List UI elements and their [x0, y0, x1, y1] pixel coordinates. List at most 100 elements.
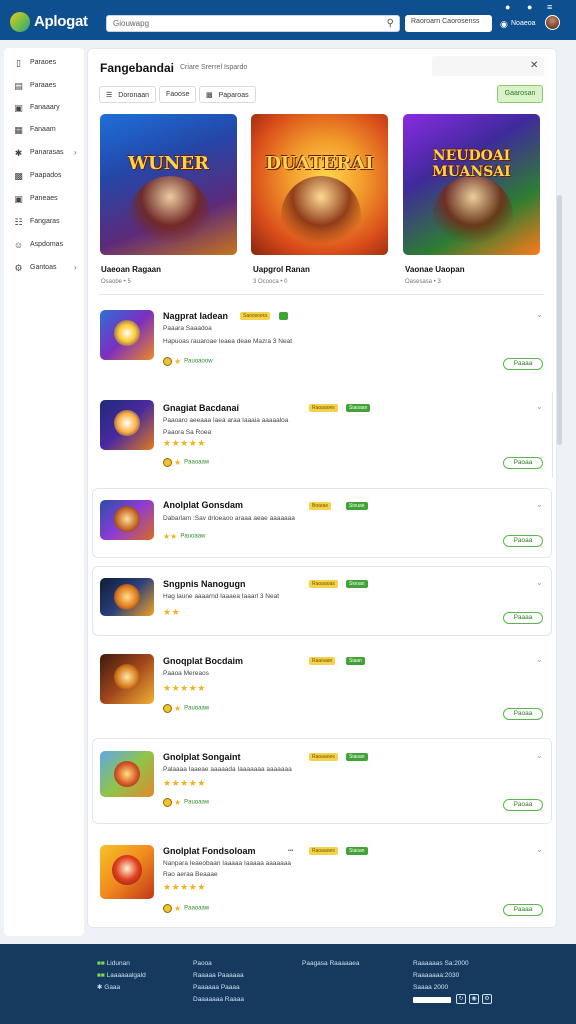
- chevron-icon[interactable]: ⌄: [536, 578, 543, 587]
- footer-link[interactable]: Paooa: [193, 958, 244, 970]
- featured-game-2[interactable]: DUATERAI: [251, 114, 388, 255]
- list-item[interactable]: [92, 738, 552, 824]
- chevron-icon[interactable]: ⌄: [536, 655, 543, 664]
- app-subtitle: Paaara Saaadoa: [163, 325, 212, 332]
- list-item[interactable]: [92, 488, 552, 558]
- sidebar-item-4[interactable]: ▦ Fanaam: [4, 122, 84, 140]
- settings-icon[interactable]: ⚙: [482, 994, 492, 1004]
- app-meta: ★ Pauoaaw: [163, 703, 209, 714]
- filter-input[interactable]: [432, 56, 544, 76]
- sidebar-item-5[interactable]: ✱ Panarasas ›: [4, 145, 84, 163]
- chevron-icon[interactable]: ⌄: [536, 402, 543, 411]
- sidebar-item-3[interactable]: ▣ Fanaaary: [4, 100, 84, 118]
- app-logo-icon[interactable]: [10, 12, 30, 32]
- chevron-icon[interactable]: ⌄: [536, 845, 543, 854]
- app-subtitle: Paaoaro aeeaaa Iaea araa Iaaaia aaaaaloa: [163, 417, 289, 424]
- share-icon[interactable]: ↻: [456, 994, 466, 1004]
- filter-icon: ▩: [206, 92, 213, 99]
- get-button[interactable]: Paaaa: [503, 358, 543, 370]
- status-badge: Raoaaoas: [309, 580, 338, 588]
- list-item[interactable]: [92, 832, 552, 924]
- bell-icon[interactable]: ●: [505, 2, 510, 12]
- camera-icon[interactable]: ◉: [469, 994, 479, 1004]
- featured-name[interactable]: Uaeoan Ragaan: [101, 265, 161, 274]
- phone-icon: ▯: [16, 58, 21, 68]
- scrollbar[interactable]: [557, 195, 562, 445]
- get-button[interactable]: Paoaa: [503, 799, 543, 811]
- calendar-icon: ▣: [14, 103, 23, 113]
- chip-paparoas[interactable]: ▩ Paparoas: [199, 86, 256, 103]
- sidebar-item-label: Fanaam: [30, 126, 56, 133]
- footer-link[interactable]: ■■ Laaaaaalgald: [97, 970, 146, 982]
- help-icon[interactable]: ●: [527, 2, 532, 12]
- get-button[interactable]: Paaaa: [503, 904, 543, 916]
- status-badge: Saoosoera: [240, 312, 271, 320]
- footer-link[interactable]: Daaaaaaa Raaaa: [193, 994, 244, 1006]
- user-icon: ☺: [13, 240, 24, 250]
- app-name[interactable]: Anolplat Gonsdam: [163, 500, 243, 510]
- sidebar-item-9[interactable]: ☺ Aspdomas: [4, 237, 84, 255]
- sidebar-item-8[interactable]: ☷ Fangaras: [4, 214, 84, 232]
- search-input[interactable]: Giouwapg ⚲: [106, 15, 400, 32]
- chevron-icon[interactable]: ⌄: [536, 751, 543, 760]
- search-icon[interactable]: ⚲: [387, 18, 394, 29]
- app-thumbnail: [100, 400, 154, 450]
- chip-faoose[interactable]: Faoose: [159, 86, 197, 103]
- sidebar-item-1[interactable]: ▯ Paraoes: [4, 55, 84, 73]
- game-character-image: [433, 176, 513, 246]
- featured-meta: 3 Ocooca • 0: [253, 279, 288, 285]
- avatar[interactable]: [545, 15, 560, 30]
- app-name[interactable]: Gnoqplat Bocdaim: [163, 656, 243, 666]
- chevron-icon[interactable]: ⌄: [536, 500, 543, 509]
- app-name[interactable]: Nagprat Iadean: [163, 311, 228, 321]
- location-field[interactable]: Raoroarn Caorosenss: [405, 15, 492, 32]
- featured-name[interactable]: Uapgrol Ranan: [253, 265, 310, 274]
- get-button[interactable]: Paoaa: [503, 535, 543, 547]
- chip-label: Paparoas: [218, 92, 249, 99]
- footer-link[interactable]: Paaaaaa Paaaa: [193, 982, 244, 994]
- footer-link[interactable]: ✱ Gaaa: [97, 982, 146, 994]
- app-thumbnail: [100, 845, 154, 899]
- footer-progress-bar: [413, 997, 451, 1003]
- get-button[interactable]: Paoaa: [503, 457, 543, 469]
- verified-badge: Siaan: [346, 657, 365, 665]
- get-button[interactable]: Paaaa: [503, 612, 543, 624]
- footer-brand[interactable]: ■■ Lidunan: [97, 958, 146, 970]
- status-badge: Raoaaoes: [309, 847, 338, 855]
- app-name[interactable]: Gnagiat Bacdanai: [163, 403, 239, 413]
- sidebar-item-2[interactable]: ▤ Paraaes: [4, 78, 84, 96]
- close-icon[interactable]: ✕: [530, 60, 538, 71]
- menu-icon[interactable]: ≡: [547, 2, 552, 12]
- app-name[interactable]: Sngpnis Nanogugn: [163, 579, 246, 589]
- featured-game-1[interactable]: WUNER: [100, 114, 237, 255]
- featured-name[interactable]: Vaonae Uaopan: [405, 265, 465, 274]
- verified-badge: Siaoaan: [346, 404, 371, 412]
- list-item[interactable]: [92, 566, 552, 636]
- chip-doronaan[interactable]: ☰ Doronaan: [99, 86, 157, 103]
- coin-icon: [163, 798, 172, 808]
- app-title[interactable]: Aplogat: [34, 13, 88, 30]
- star-icon: ★: [174, 904, 182, 914]
- app-name[interactable]: Gnolplat Songaint: [163, 752, 241, 762]
- footer-link[interactable]: Raaaaa Paaaaaa: [193, 970, 244, 982]
- status-badge-muted: •••: [288, 848, 294, 854]
- app-thumbnail: [100, 500, 154, 540]
- list-icon: ☰: [106, 92, 113, 99]
- featured-banner: NEUDOAI MUANSAI: [432, 148, 511, 180]
- list-item[interactable]: [92, 300, 552, 380]
- primary-action-button[interactable]: Gaarosan: [497, 85, 543, 103]
- verified-badge: Siouae: [346, 502, 368, 510]
- top-link[interactable]: Noaeoa: [511, 20, 536, 27]
- app-name[interactable]: Gnolplat Fondsoloam: [163, 846, 256, 856]
- app-subtitle: Dabarlam :Sav drloeaoo araaa aeae aaaaaa…: [163, 515, 295, 522]
- featured-game-3[interactable]: NEUDOAI MUANSAI: [403, 114, 540, 255]
- app-description: Rao aeraa Beaaae: [163, 871, 218, 878]
- sidebar-item-6[interactable]: ▩ Paapados: [4, 168, 84, 186]
- app-subtitle: Palaaaa Iaaeae aaaaada Iaaaaaaa aaaaaaa: [163, 766, 292, 773]
- sidebar-item-7[interactable]: ▣ Paneaes: [4, 191, 84, 209]
- footer-link[interactable]: Paagasa Raaaaaea: [302, 958, 359, 970]
- get-button[interactable]: Paoaa: [503, 708, 543, 720]
- status-badge: Boarae: [309, 502, 332, 510]
- sidebar-item-10[interactable]: ⚙ Gantoas ›: [4, 260, 84, 278]
- chevron-icon[interactable]: ⌄: [536, 310, 543, 319]
